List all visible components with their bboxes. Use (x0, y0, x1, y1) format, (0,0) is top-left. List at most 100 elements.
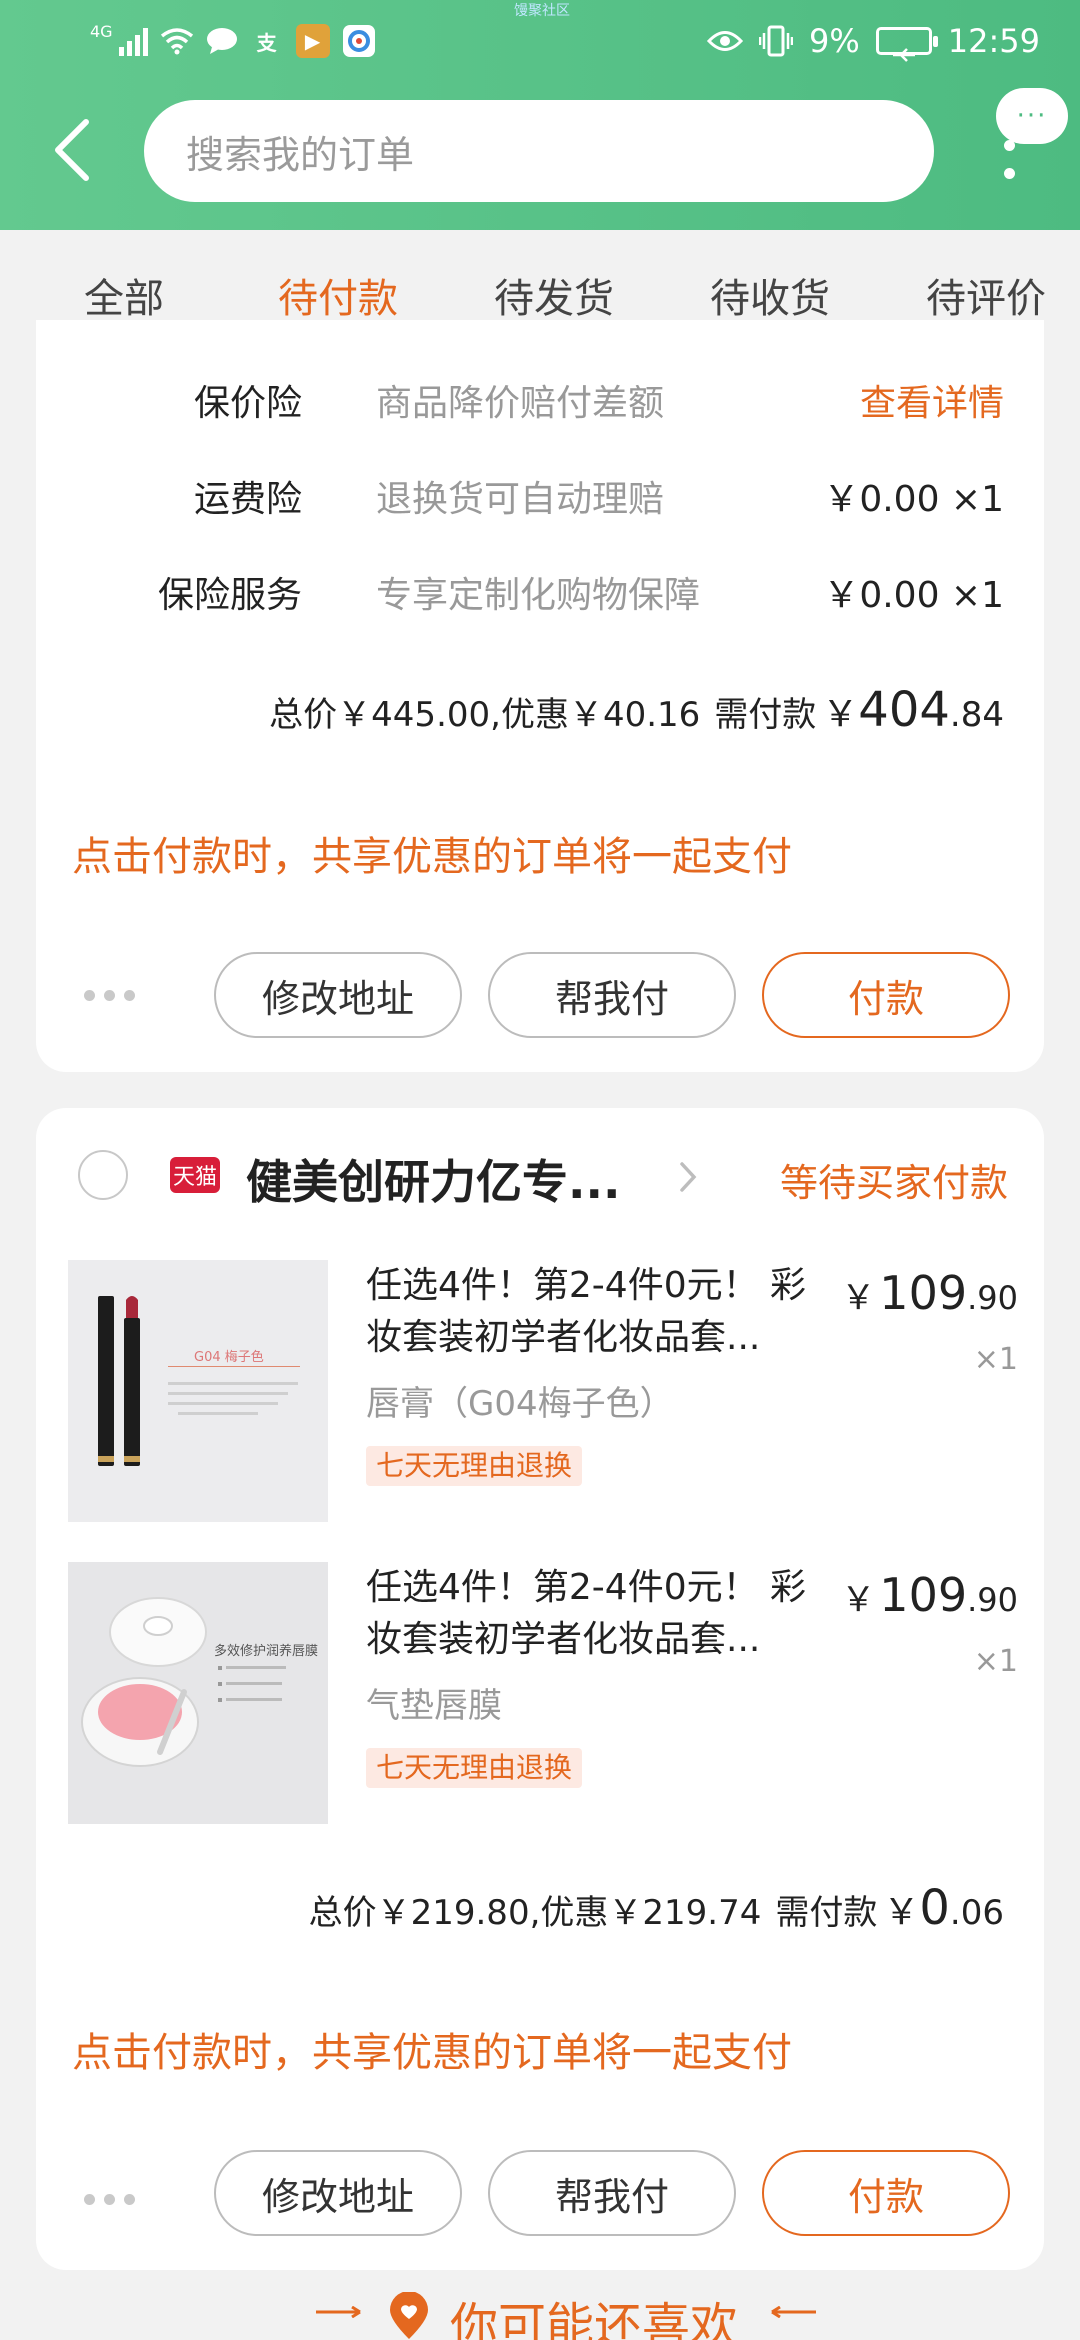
arrow-right-decoration-icon (771, 2306, 816, 2318)
product-title[interactable]: 任选4件！第2-4件0元！ 彩 妆套装初学者化妆品套... (366, 1562, 836, 1666)
battery-charging-icon (875, 27, 938, 62)
eye-comfort-icon (707, 31, 744, 51)
order-card-2: 天猫 健美创研力亿专... 等待买家付款 G04 梅子色 任选4件！第2-4件0… (36, 1108, 1044, 2270)
tmall-badge-icon: 天猫 (170, 1157, 220, 1193)
due-label: 需付款 (775, 1893, 878, 1933)
insurance-row-service[interactable]: 保险服务 专享定制化购物保障 ￥0.00 ×1 (36, 566, 1044, 626)
pay-button[interactable]: 付款 (762, 2150, 1010, 2236)
status-left-icons: 4G 支 ▶ (90, 18, 376, 64)
price-currency: ￥ (841, 1580, 876, 1620)
insurance-row-price-protection: 保价险 商品降价赔付差额 查看详情 (36, 374, 1044, 434)
top-header: 4G 支 ▶ 馒聚社区 9% 12:59 搜索我的订单 ··· (0, 0, 1080, 230)
combined-payment-notice: 点击付款时，共享优惠的订单将一起支付 (72, 2030, 792, 2076)
more-actions-icon[interactable] (84, 990, 138, 1004)
due-currency: ￥ (883, 1892, 920, 1933)
insurance-desc: 退换货可自动理赔 (376, 479, 665, 520)
price-currency: ￥ (841, 1278, 876, 1318)
modify-address-button[interactable]: 修改地址 (214, 952, 462, 1038)
insurance-price: ￥0.00 ×1 (823, 575, 1004, 616)
tab-all[interactable]: 全部 (84, 266, 164, 324)
total-summary: 总价￥219.80,优惠￥219.74 (308, 1893, 762, 1933)
product-thumbnail-lip-mask[interactable]: 多效修护润养唇膜 (68, 1562, 328, 1824)
product-sku: 气垫唇膜 (366, 1686, 502, 1726)
price-dec: .90 (967, 1581, 1018, 1619)
due-label: 需付款 (714, 695, 817, 735)
combined-payment-notice: 点击付款时，共享优惠的订单将一起支付 (72, 834, 792, 880)
product-thumbnail-lipstick[interactable]: G04 梅子色 (68, 1260, 328, 1522)
chat-bubble-icon (206, 28, 237, 54)
message-button[interactable]: ··· (996, 88, 1068, 144)
product-item[interactable]: 多效修护润养唇膜 任选4件！第2-4件0元！ 彩 妆套装初学者化妆品套... 气… (68, 1562, 1018, 1824)
order-total: 总价￥445.00,优惠￥40.16 需付款 ￥ 404 .84 (269, 682, 1004, 752)
status-right-icons: 9% 12:59 (707, 18, 1040, 64)
product-title[interactable]: 任选4件！第2-4件0元！ 彩 妆套装初学者化妆品套... (366, 1260, 836, 1364)
video-app-icon: ▶ (295, 24, 330, 58)
signal-icon (118, 26, 148, 56)
order-search-input[interactable]: 搜索我的订单 (144, 100, 934, 202)
due-amount-int: 0 (919, 1880, 950, 1936)
vibrate-icon (759, 25, 794, 57)
product-title-line2: 妆套装初学者化妆品套... (366, 1317, 761, 1358)
status-bar: 4G 支 ▶ 馒聚社区 9% 12:59 (0, 0, 1080, 84)
tab-pending-review[interactable]: 待评价 (926, 266, 1046, 324)
product-price: ￥ 109 .90 (841, 1568, 1018, 1622)
price-dec: .90 (967, 1279, 1018, 1317)
product-item[interactable]: G04 梅子色 任选4件！第2-4件0元！ 彩 妆套装初学者化妆品套... 唇膏… (68, 1260, 1018, 1522)
recommend-heading: 你可能还喜欢 (450, 2298, 739, 2340)
insurance-desc: 专享定制化购物保障 (376, 575, 701, 616)
return-policy-tag: 七天无理由退换 (366, 1748, 583, 1788)
thumbnail-caption: 多效修护润养唇膜 (214, 1644, 319, 1659)
product-price: ￥ 109 .90 (841, 1266, 1018, 1320)
return-policy-tag: 七天无理由退换 (366, 1446, 583, 1486)
thumbnail-caption: G04 梅子色 (194, 1350, 264, 1365)
product-sku: 唇膏（G04梅子色） (366, 1384, 674, 1424)
alipay-app-icon: 支 (256, 30, 277, 55)
product-title-line1: 任选4件！第2-4件0元！ 彩 (366, 1265, 807, 1306)
tab-pending-shipment[interactable]: 待发货 (494, 266, 614, 324)
lip-mask-image (68, 1562, 328, 1824)
product-title-line2: 妆套装初学者化妆品套... (366, 1619, 761, 1660)
recommend-section-header: 你可能还喜欢 (0, 2284, 1080, 2340)
lipstick-image (68, 1260, 328, 1522)
back-button[interactable] (40, 110, 110, 190)
more-actions-icon[interactable] (84, 2194, 138, 2208)
order-card-1: 保价险 商品降价赔付差额 查看详情 运费险 退换货可自动理赔 ￥0.00 ×1 … (36, 320, 1044, 1072)
pay-button[interactable]: 付款 (762, 952, 1010, 1038)
insurance-label: 运费险 (193, 479, 302, 520)
total-summary: 总价￥445.00,优惠￥40.16 (269, 695, 701, 735)
tab-pending-receipt[interactable]: 待收货 (710, 266, 830, 324)
due-amount-dec: .84 (949, 695, 1004, 735)
order-total: 总价￥219.80,优惠￥219.74 需付款 ￥ 0 .06 (309, 1880, 1004, 1950)
heart-location-icon (390, 2292, 428, 2339)
insurance-label: 保价险 (193, 383, 302, 424)
browser-app-icon (342, 25, 375, 57)
price-int: 109 (879, 1266, 968, 1320)
product-quantity: ×1 (973, 1342, 1018, 1377)
product-quantity: ×1 (973, 1644, 1018, 1679)
view-details-link[interactable]: 查看详情 (860, 374, 1004, 434)
arrow-left-decoration-icon (316, 2306, 361, 2318)
due-currency: ￥ (822, 694, 859, 735)
shop-name[interactable]: 健美创研力亿专... (246, 1146, 620, 1212)
due-amount-int: 404 (858, 682, 950, 738)
select-order-checkbox[interactable] (78, 1150, 128, 1200)
pay-for-me-button[interactable]: 帮我付 (488, 952, 736, 1038)
insurance-desc: 商品降价赔付差额 (376, 383, 665, 424)
product-title-line1: 任选4件！第2-4件0元！ 彩 (366, 1567, 807, 1608)
more-menu-icon[interactable] (998, 140, 1022, 184)
network-type: 4G (90, 21, 113, 41)
insurance-label: 保险服务 (157, 575, 302, 616)
tab-pending-payment[interactable]: 待付款 (278, 266, 398, 324)
due-amount-dec: .06 (949, 1893, 1004, 1933)
insurance-row-shipping[interactable]: 运费险 退换货可自动理赔 ￥0.00 ×1 (36, 470, 1044, 530)
watermark: 馒聚社区 (514, 3, 570, 19)
pay-for-me-button[interactable]: 帮我付 (488, 2150, 736, 2236)
order-status-label: 等待买家付款 (779, 1161, 1008, 1205)
price-int: 109 (879, 1568, 968, 1622)
insurance-price: ￥0.00 ×1 (823, 479, 1004, 520)
modify-address-button[interactable]: 修改地址 (214, 2150, 462, 2236)
battery-percent: 9% (809, 22, 860, 60)
back-arrow-icon (55, 119, 89, 181)
chevron-right-icon[interactable] (676, 1160, 700, 1194)
clock: 12:59 (947, 22, 1040, 60)
